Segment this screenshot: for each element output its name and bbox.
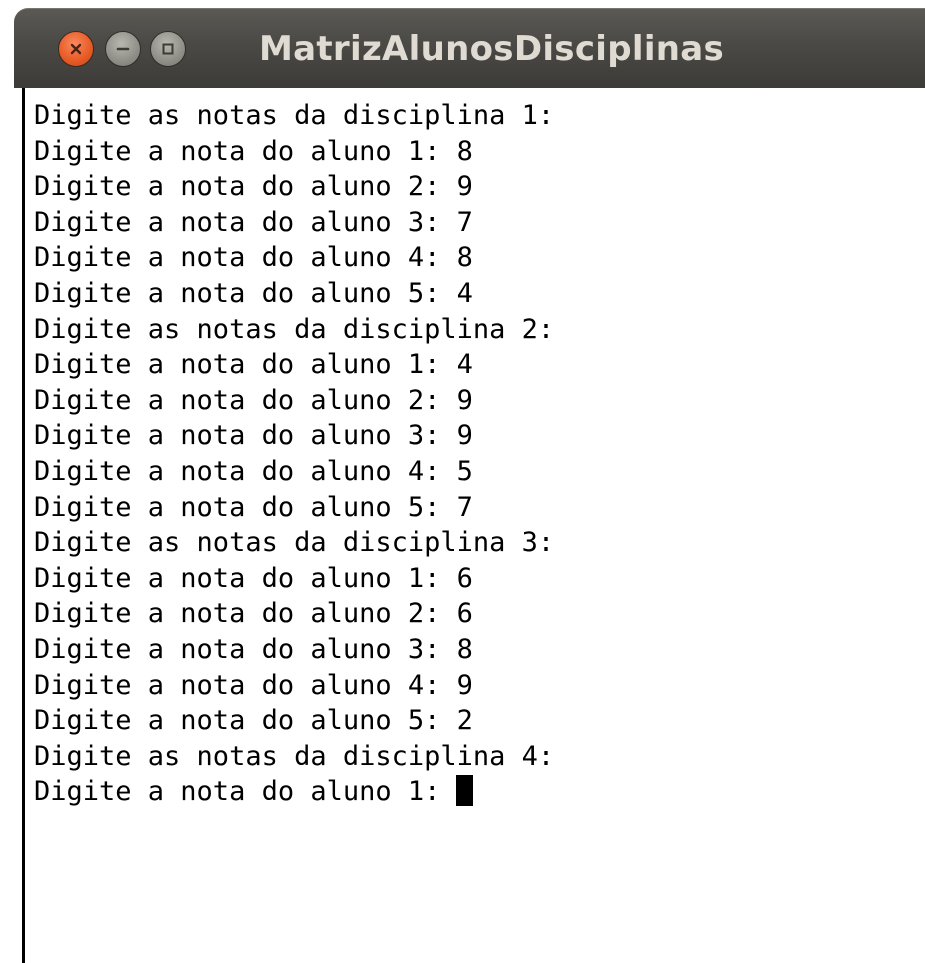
terminal-line: Digite a nota do aluno 4: 9 [34,669,473,701]
terminal-line: Digite a nota do aluno 1: 6 [34,562,473,594]
terminal-line: Digite a nota do aluno 5: 4 [34,277,473,309]
terminal-line: Digite a nota do aluno 3: 9 [34,420,473,452]
close-button[interactable] [58,31,94,67]
terminal-line: Digite a nota do aluno 1: 4 [34,349,473,381]
terminal-line: Digite a nota do aluno 5: 7 [34,491,473,523]
terminal-line: Digite a nota do aluno 5: 2 [34,705,473,737]
terminal-line: Digite a nota do aluno 4: 8 [34,242,473,274]
title-bar[interactable]: MatrizAlunosDisciplinas [14,8,925,88]
terminal-line: Digite a nota do aluno 2: 9 [34,384,473,416]
terminal-line: Digite a nota do aluno 3: 7 [34,206,473,238]
close-icon [70,43,82,55]
maximize-button[interactable] [150,31,186,67]
terminal-line: Digite as notas da disciplina 2: [34,313,555,345]
minimize-icon [116,47,130,51]
terminal-prompt: Digite a nota do aluno 1: [34,776,441,808]
terminal-line: Digite a nota do aluno 4: 5 [34,455,473,487]
terminal-line: Digite as notas da disciplina 3: [34,527,555,559]
maximize-icon [162,43,174,55]
window-title: MatrizAlunosDisciplinas [259,29,725,69]
terminal-line: Digite as notas da disciplina 1: [34,100,555,131]
minimize-button[interactable] [105,31,141,67]
terminal-line: Digite a nota do aluno 3: 8 [34,633,473,665]
text-cursor [456,775,474,807]
terminal-prompt-line[interactable]: Digite a nota do aluno 1: [34,774,925,810]
terminal-window: MatrizAlunosDisciplinas Digite as notas … [0,0,925,963]
terminal-output[interactable]: Digite as notas da disciplina 1: Digite … [22,88,925,963]
terminal-line: Digite a nota do aluno 1: 8 [34,135,473,167]
terminal-line: Digite as notas da disciplina 4: [34,740,555,772]
terminal-line: Digite a nota do aluno 2: 6 [34,598,473,630]
terminal-line: Digite a nota do aluno 2: 9 [34,171,473,203]
